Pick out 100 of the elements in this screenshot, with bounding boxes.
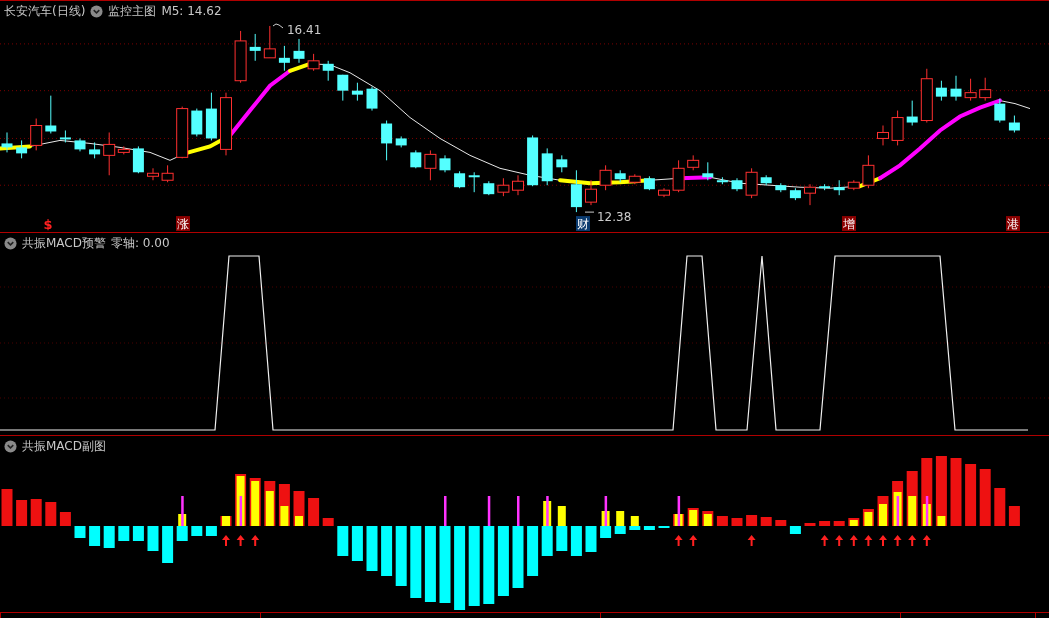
signal-marker: $ [43, 217, 53, 232]
candlestick [819, 183, 831, 191]
macd-bar [59, 512, 71, 526]
up-arrow-icon [879, 535, 887, 546]
candlestick [176, 106, 189, 159]
macd-bar [789, 526, 801, 534]
macd-bar [337, 526, 349, 556]
dropdown-icon[interactable] [4, 236, 17, 250]
momentum-tick [239, 496, 243, 526]
up-arrow-icon [922, 535, 931, 546]
candlestick [89, 141, 101, 159]
macd-bar [395, 526, 407, 586]
momentum-tick [517, 496, 520, 526]
macd-bar [527, 526, 539, 576]
macd-bar [760, 517, 772, 526]
signal-bar [630, 516, 639, 526]
candlestick [716, 176, 728, 185]
candlestick [512, 174, 524, 196]
macd-bar [775, 520, 787, 526]
event-marker: 涨 [176, 216, 190, 231]
macd-bar [381, 526, 393, 576]
candlestick [59, 130, 71, 143]
macd-bar [804, 523, 816, 526]
candlestick [979, 77, 992, 102]
candlestick [161, 164, 174, 183]
macd-bar [366, 526, 378, 571]
signal-bar [879, 504, 887, 526]
candlestick [702, 161, 714, 181]
macd-bar [512, 526, 524, 588]
macd-bar [89, 526, 101, 546]
up-arrow-icon [835, 535, 844, 546]
candlestick [395, 135, 407, 148]
candlestick [847, 179, 860, 191]
macd-bar [118, 526, 130, 541]
candlestick [439, 154, 451, 173]
momentum-tick [546, 496, 549, 526]
momentum-tick [677, 496, 681, 526]
macd-bar [497, 526, 509, 596]
macd-bar [994, 488, 1006, 526]
up-arrow-icon [849, 535, 858, 546]
candlestick [614, 169, 626, 183]
macd-bar [308, 498, 320, 526]
candlestick [322, 60, 334, 82]
dropdown-icon[interactable] [4, 439, 17, 453]
candlestick [263, 25, 276, 59]
momentum-tick [896, 496, 900, 526]
signal-bar [616, 511, 625, 526]
candlestick [234, 30, 247, 84]
candlestick [672, 159, 685, 193]
up-arrow-icon [222, 535, 230, 546]
macd-bar [191, 526, 203, 536]
candlestick [1008, 115, 1020, 133]
candlestick [556, 154, 568, 173]
candlestick [468, 171, 480, 193]
indicator-reading: 零轴: 0.00 [111, 234, 170, 252]
indicator-name: 共振MACD副图 [22, 437, 106, 455]
up-arrow-icon [908, 535, 917, 546]
macd-bar [410, 526, 422, 598]
candlestick [249, 33, 261, 62]
macd-bar [30, 499, 42, 526]
candlestick [570, 169, 582, 213]
macd-bar [935, 456, 947, 526]
indicator-name: 监控主图 [108, 2, 157, 20]
candlestick [643, 175, 655, 191]
up-arrow-icon [820, 535, 829, 546]
momentum-tick [604, 496, 608, 526]
macd-bar [74, 526, 86, 538]
candlestick [935, 80, 947, 102]
candlestick [366, 86, 378, 112]
candlestick [16, 139, 28, 159]
macd-bar [103, 526, 115, 548]
indicator-name: 共振MACD预警 [22, 234, 106, 252]
signal-bar [265, 491, 274, 526]
signal-bar [295, 516, 303, 526]
dropdown-icon[interactable] [90, 4, 104, 18]
candlestick [1, 131, 13, 153]
candlestick [205, 92, 217, 141]
high-price-label: 16.41 [272, 22, 322, 37]
macd-bar [176, 526, 188, 541]
up-arrow-icon [747, 535, 756, 546]
macd-bar [322, 518, 334, 526]
event-marker: 增 [842, 216, 856, 231]
candlestick [278, 45, 290, 72]
momentum-tick [444, 496, 447, 526]
signal-bar [908, 496, 917, 526]
candlestick [191, 108, 203, 137]
momentum-tick [487, 496, 491, 526]
candlestick [775, 182, 787, 193]
candlestick [994, 98, 1006, 123]
macd-bar [833, 521, 845, 526]
candlestick [293, 38, 305, 64]
macd-bar [950, 458, 962, 526]
macd-bar [16, 500, 28, 526]
candlestick [541, 147, 553, 186]
signal-bar [557, 506, 566, 526]
macd-bar [600, 526, 612, 538]
candlestick [862, 154, 875, 189]
candlestick [731, 177, 743, 192]
macd-bar [643, 526, 655, 530]
macd-bar [205, 526, 217, 536]
